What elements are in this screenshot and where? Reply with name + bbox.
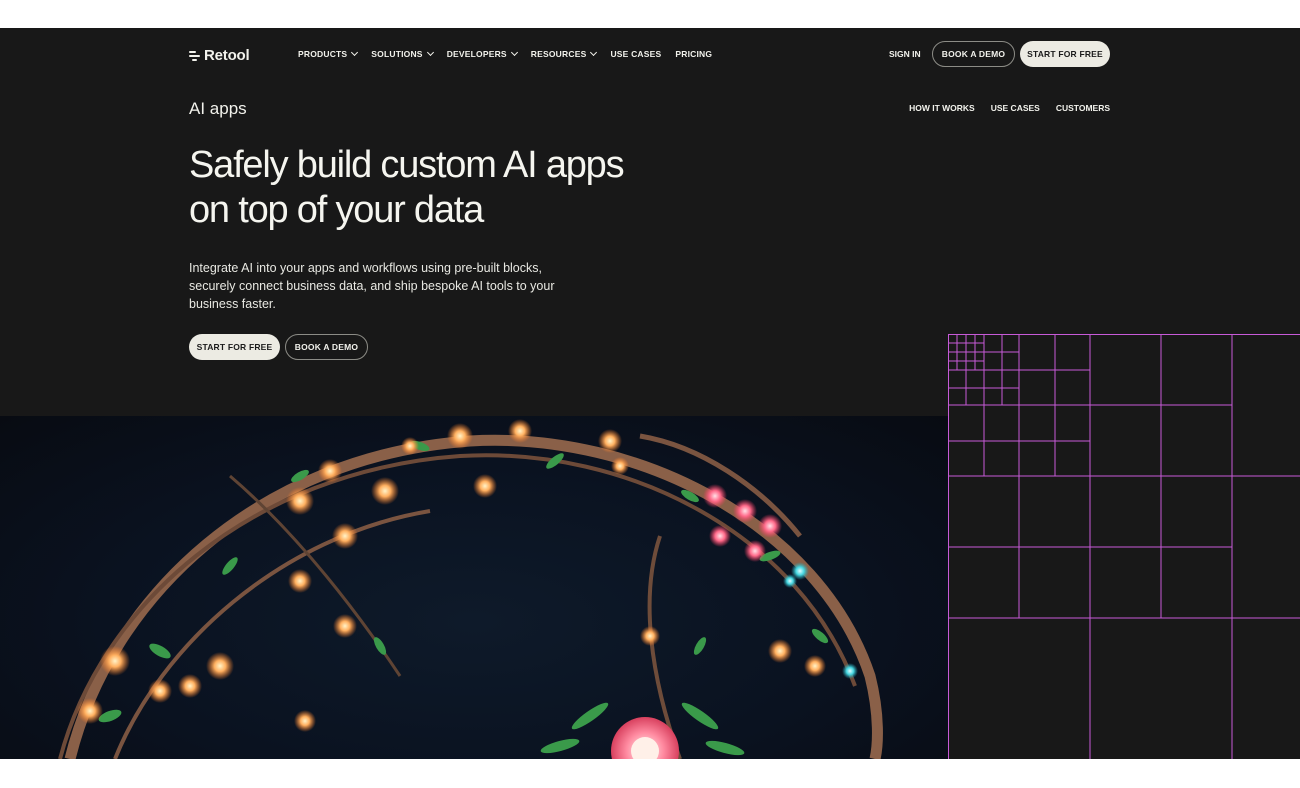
chevron-down-icon	[510, 48, 518, 57]
hero-description: Integrate AI into your apps and workflow…	[189, 261, 555, 311]
page-frame: Retool PRODUCTS SOLUTIONS DEVELOPERS RES…	[0, 28, 1300, 759]
nav-item-label: SOLUTIONS	[371, 49, 423, 59]
nav-item-resources[interactable]: RESOURCES	[530, 48, 598, 59]
nav-item-products[interactable]: PRODUCTS	[298, 48, 359, 59]
hero-book-demo-button[interactable]: BOOK A DEMO	[285, 334, 368, 360]
hero-title-line-1: Safely build custom AI apps	[189, 144, 625, 186]
nav-item-label: PRODUCTS	[298, 49, 348, 59]
section-link-customers[interactable]: CUSTOMERS	[1056, 103, 1110, 113]
nav-item-use-cases[interactable]: USE CASES	[610, 49, 661, 59]
chevron-down-icon	[590, 48, 598, 57]
section-title: AI apps	[189, 99, 247, 118]
chevron-down-icon	[426, 48, 434, 57]
hero-illustration	[0, 416, 948, 759]
book-demo-button[interactable]: BOOK A DEMO	[932, 41, 1015, 67]
retool-logo-icon	[189, 50, 200, 62]
section-link-use-cases[interactable]: USE CASES	[991, 103, 1040, 113]
hero-start-free-button[interactable]: START FOR FREE	[189, 334, 280, 360]
grid-pattern-graphic	[948, 334, 1300, 759]
retool-logo[interactable]: Retool	[189, 47, 250, 64]
chevron-down-icon	[351, 48, 359, 57]
hero-title: Safely build custom AI apps on top of yo…	[189, 143, 749, 233]
nav-item-label: USE CASES	[610, 49, 662, 59]
nav-item-label: PRICING	[675, 49, 713, 59]
start-free-button[interactable]: START FOR FREE	[1020, 41, 1110, 67]
nav-item-label: RESOURCES	[530, 49, 587, 59]
hero-title-line-2: on top of your data	[189, 189, 484, 231]
nav-item-pricing[interactable]: PRICING	[675, 49, 712, 59]
grid-lines	[948, 334, 1300, 759]
primary-nav: PRODUCTS SOLUTIONS DEVELOPERS RESOURCES …	[298, 48, 712, 59]
section-nav: HOW IT WORKS USE CASES CUSTOMERS	[909, 103, 1110, 113]
top-nav: Retool PRODUCTS SOLUTIONS DEVELOPERS RES…	[0, 28, 1300, 82]
mushroom-ring-illustration	[58, 419, 883, 759]
nav-item-developers[interactable]: DEVELOPERS	[446, 48, 518, 59]
sign-in-link[interactable]: SIGN IN	[889, 49, 921, 59]
nav-item-solutions[interactable]: SOLUTIONS	[371, 48, 434, 59]
logo-text: Retool	[204, 47, 250, 64]
nav-item-label: DEVELOPERS	[446, 49, 507, 59]
section-link-how-it-works[interactable]: HOW IT WORKS	[909, 103, 975, 113]
